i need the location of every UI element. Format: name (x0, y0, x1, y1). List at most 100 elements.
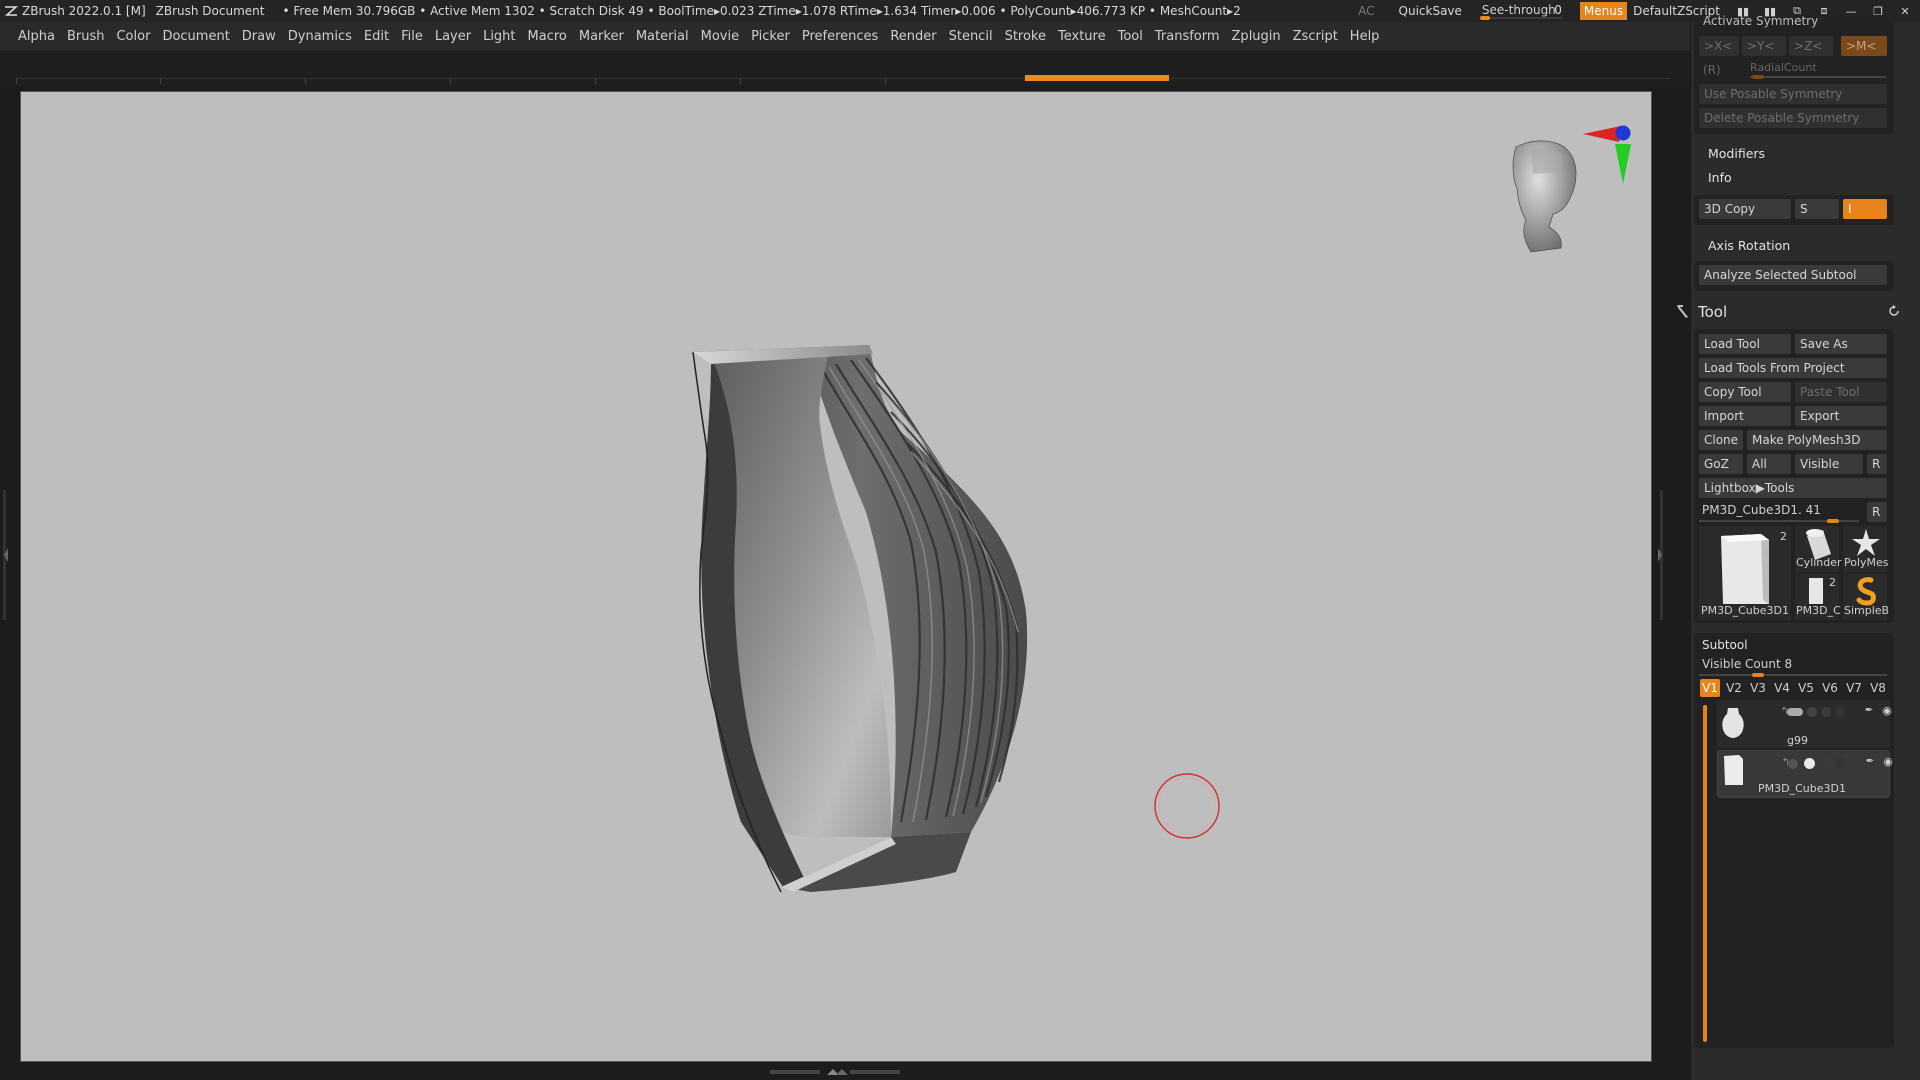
menu-picker[interactable]: Picker (751, 29, 790, 44)
sym-m-button[interactable]: >M< (1841, 36, 1887, 56)
sym-z-button[interactable]: >Z< (1789, 36, 1833, 56)
3d-copy-button[interactable]: 3D Copy (1699, 199, 1791, 219)
analyze-selected-subtool-button[interactable]: Analyze Selected Subtool (1699, 265, 1887, 285)
menu-preferences[interactable]: Preferences (802, 29, 878, 44)
visible-count-knob[interactable] (1752, 673, 1764, 677)
eye-visibility-icon[interactable]: ◉ (1879, 754, 1897, 768)
paste-tool-button[interactable]: Paste Tool (1795, 382, 1887, 402)
delete-posable-symmetry-button[interactable]: Delete Posable Symmetry (1699, 108, 1887, 128)
menu-macro[interactable]: Macro (528, 29, 567, 44)
menu-zplugin[interactable]: Zplugin (1232, 29, 1281, 44)
menu-alpha[interactable]: Alpha (18, 29, 55, 44)
subtool-dot-icon[interactable] (1822, 758, 1832, 768)
subtool-tab-v5[interactable]: V5 (1796, 679, 1816, 697)
menu-dynamics[interactable]: Dynamics (288, 29, 352, 44)
info-header[interactable]: Info (1708, 170, 1732, 185)
tool-title[interactable]: Tool (1698, 303, 1727, 321)
save-as-button[interactable]: Save As (1795, 334, 1887, 354)
use-posable-symmetry-button[interactable]: Use Posable Symmetry (1699, 84, 1887, 104)
right-tray-handle[interactable] (1656, 490, 1664, 620)
tool-thumb-cylinder[interactable]: Cylinder (1795, 526, 1842, 572)
goz-button[interactable]: GoZ (1699, 454, 1743, 474)
menu-texture[interactable]: Texture (1058, 29, 1106, 44)
subtool-toggle-icon[interactable] (1787, 708, 1803, 716)
load-tool-button[interactable]: Load Tool (1699, 334, 1791, 354)
radial-count-knob[interactable] (1752, 75, 1764, 79)
activate-symmetry-label[interactable]: Activate Symmetry (1703, 14, 1818, 28)
tool-slider-knob[interactable] (1827, 519, 1839, 523)
refresh-icon[interactable] (1888, 305, 1900, 317)
goz-r-button[interactable]: R (1867, 454, 1887, 474)
vase-model[interactable] (692, 345, 1028, 893)
eye-visibility-icon[interactable]: ◉ (1878, 703, 1896, 717)
tool-thumb-main[interactable]: 2 PM3D_Cube3D1 (1699, 526, 1791, 620)
subtool-tab-v1[interactable]: V1 (1700, 679, 1720, 697)
menu-edit[interactable]: Edit (364, 29, 389, 44)
subtool-dot-icon[interactable] (1821, 707, 1831, 717)
import-button[interactable]: Import (1699, 406, 1791, 426)
copy-tool-button[interactable]: Copy Tool (1699, 382, 1791, 402)
subtool-scrollbar[interactable] (1703, 705, 1707, 1042)
export-button[interactable]: Export (1795, 406, 1887, 426)
radial-r-label[interactable]: (R) (1703, 63, 1721, 77)
subtool-tab-v3[interactable]: V3 (1748, 679, 1768, 697)
subtool-dot-icon[interactable] (1835, 707, 1845, 717)
modifiers-header[interactable]: Modifiers (1708, 146, 1765, 161)
menu-help[interactable]: Help (1350, 29, 1380, 44)
menu-material[interactable]: Material (636, 29, 689, 44)
minimize-icon[interactable]: — (1842, 4, 1860, 18)
tool-thumb-polymesh[interactable]: PolyMes (1843, 526, 1889, 572)
subtool-tab-v4[interactable]: V4 (1772, 679, 1792, 697)
left-tray-handle[interactable] (2, 490, 10, 620)
copy-s-value[interactable]: I (1843, 199, 1887, 219)
menus-toggle-button[interactable]: Menus (1579, 2, 1628, 20)
bottom-tray-handle[interactable] (770, 1068, 900, 1078)
menu-movie[interactable]: Movie (701, 29, 739, 44)
subtool-dot-icon[interactable] (1836, 758, 1846, 768)
menu-draw[interactable]: Draw (242, 29, 276, 44)
goz-all-button[interactable]: All (1747, 454, 1791, 474)
viewport-canvas[interactable] (20, 91, 1652, 1062)
menu-zscript[interactable]: Zscript (1293, 29, 1338, 44)
quicksave-button[interactable]: QuickSave (1399, 4, 1462, 18)
subtool-row-selected[interactable]: ↰ ✒ ◉ PM3D_Cube3D1 (1717, 750, 1893, 798)
axis-rotation-header[interactable]: Axis Rotation (1708, 238, 1790, 253)
menu-light[interactable]: Light (483, 29, 515, 44)
tool-thumb-pm3d[interactable]: 2 PM3D_C (1795, 574, 1841, 620)
sym-y-button[interactable]: >Y< (1742, 36, 1786, 56)
tool-thumb-simplebrush[interactable]: SimpleB (1843, 574, 1889, 620)
subtool-tab-v2[interactable]: V2 (1724, 679, 1744, 697)
subtool-tab-v8[interactable]: V8 (1868, 679, 1888, 697)
menu-stencil[interactable]: Stencil (949, 29, 993, 44)
subtool-dot-active-icon[interactable] (1804, 758, 1815, 769)
clone-button[interactable]: Clone (1699, 430, 1743, 450)
see-through-knob[interactable] (1479, 16, 1490, 20)
menu-document[interactable]: Document (162, 29, 229, 44)
menu-stroke[interactable]: Stroke (1005, 29, 1046, 44)
visible-count-label[interactable]: Visible Count 8 (1702, 657, 1792, 671)
sym-x-button[interactable]: >X< (1699, 36, 1739, 56)
make-polymesh3d-button[interactable]: Make PolyMesh3D (1747, 430, 1887, 450)
menu-layer[interactable]: Layer (435, 29, 471, 44)
tool-r-button[interactable]: R (1867, 502, 1887, 522)
restore-icon[interactable]: ❐ (1869, 4, 1887, 18)
brush-paint-icon[interactable]: ✒ (1861, 754, 1879, 768)
copy-s-button[interactable]: S (1795, 199, 1839, 219)
menu-color[interactable]: Color (116, 29, 150, 44)
menu-tool[interactable]: Tool (1118, 29, 1143, 44)
menu-render[interactable]: Render (890, 29, 936, 44)
see-through-slider[interactable]: See-through 0 (1476, 2, 1566, 20)
subtool-dot-icon[interactable] (1788, 759, 1798, 769)
lightbox-tools-button[interactable]: Lightbox▶Tools (1699, 478, 1887, 498)
subtool-row[interactable]: ↰ ✒ ◉ g99 (1717, 700, 1892, 748)
radial-count-label[interactable]: RadialCount (1750, 61, 1817, 74)
active-shelf-indicator[interactable] (1025, 75, 1169, 81)
close-icon[interactable]: ✕ (1896, 4, 1914, 18)
ac-label[interactable]: AC (1358, 4, 1374, 18)
brush-paint-icon[interactable]: ✒ (1860, 703, 1878, 717)
current-tool-label[interactable]: PM3D_Cube3D1. 41 (1702, 503, 1821, 517)
menu-brush[interactable]: Brush (67, 29, 105, 44)
load-tools-from-project-button[interactable]: Load Tools From Project (1699, 358, 1887, 378)
subtool-tab-v7[interactable]: V7 (1844, 679, 1864, 697)
subtool-tab-v6[interactable]: V6 (1820, 679, 1840, 697)
